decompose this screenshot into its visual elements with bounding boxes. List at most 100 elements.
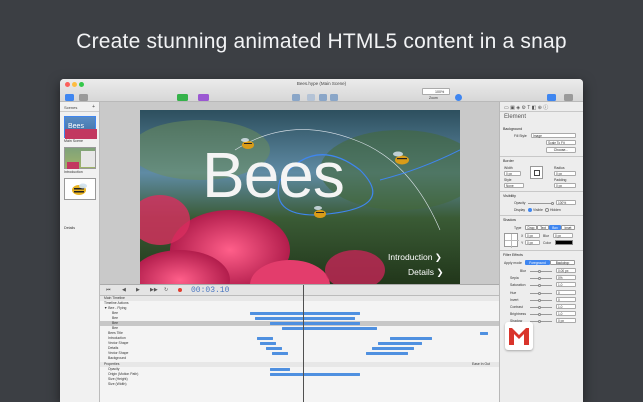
window-title: Bees.hype (Main Scene) xyxy=(296,81,347,86)
filter-value-field[interactable]: 1.0 xyxy=(556,304,576,309)
step-back-icon[interactable]: ◀ xyxy=(122,287,126,293)
animation-bar[interactable] xyxy=(257,337,273,340)
timeline-row[interactable]: Background xyxy=(100,356,499,361)
scale-select[interactable]: Scale To Fit xyxy=(546,140,576,145)
foreground-option[interactable]: Foreground xyxy=(525,260,550,265)
timeline-playhead[interactable] xyxy=(303,285,304,402)
shadow-position-pad[interactable] xyxy=(504,233,519,248)
scene-label-details: Details xyxy=(64,226,75,230)
zoom-field[interactable]: 100% xyxy=(422,88,450,95)
animation-bar[interactable] xyxy=(480,332,488,335)
filter-value-field[interactable]: 0.00 px xyxy=(556,268,576,273)
filter-slider-knob[interactable] xyxy=(538,320,541,324)
animation-bar[interactable] xyxy=(270,322,360,325)
play-icon[interactable]: ▶ xyxy=(136,287,140,293)
animation-bar[interactable] xyxy=(272,352,288,355)
choose-image-button[interactable]: Choose... xyxy=(546,147,576,153)
filter-value-field[interactable]: 0 xyxy=(556,289,576,295)
animation-bar[interactable] xyxy=(260,342,276,345)
inspector-divider xyxy=(500,156,583,157)
property-animation-bar[interactable] xyxy=(270,368,290,371)
animation-bar[interactable] xyxy=(250,312,360,315)
border-sides-control[interactable] xyxy=(530,166,543,179)
property-row[interactable]: Size (Width) xyxy=(100,382,499,387)
filter-slider-knob[interactable] xyxy=(538,277,541,281)
shadow-inset-option[interactable]: Inset xyxy=(561,225,575,230)
timeline-controls: ⏮ ◀ ▶ ▶▶ ↻ 00:03.10 xyxy=(100,285,499,296)
shadow-box-option[interactable]: Box xyxy=(549,225,561,230)
opacity-field[interactable]: 100% xyxy=(556,200,576,205)
shadow-type-label: Type xyxy=(514,226,522,230)
apply-mode-label: Apply mode xyxy=(504,261,522,265)
shadow-color-well[interactable] xyxy=(555,240,573,245)
border-width-field[interactable]: 0 px xyxy=(504,171,521,176)
library-icon xyxy=(563,94,573,101)
filter-slider-knob[interactable] xyxy=(538,284,541,288)
opacity-slider[interactable] xyxy=(528,202,554,205)
bees-title-text[interactable]: Bees xyxy=(202,138,345,212)
group-icon xyxy=(291,94,300,101)
filter-value-field[interactable]: 0% xyxy=(556,275,576,281)
filter-slider-knob[interactable] xyxy=(538,291,541,295)
inspector-tabs[interactable]: ▭ ▣ ◈ ⚙ T ◧ ⊕ ⓘ xyxy=(504,104,548,111)
animation-bar[interactable] xyxy=(378,342,422,345)
animation-bar[interactable] xyxy=(255,317,355,320)
app-window: Bees.hype (Main Scene) Scenes Layouts El… xyxy=(60,79,583,402)
filter-slider-knob[interactable] xyxy=(538,298,541,302)
filter-value-field[interactable]: 1.0 xyxy=(556,311,576,317)
zoom-label: Zoom xyxy=(429,96,438,100)
hidden-radio[interactable] xyxy=(545,208,549,212)
shadow-y-field[interactable]: 0 px xyxy=(525,240,540,245)
filter-value-field[interactable]: 1.0 xyxy=(556,282,576,288)
filter-slider[interactable] xyxy=(530,320,552,324)
filter-slider[interactable] xyxy=(530,277,552,281)
filter-slider[interactable] xyxy=(530,291,552,295)
shadow-x-field[interactable]: 0 px xyxy=(525,233,540,238)
scenes-icon xyxy=(65,94,75,101)
loop-icon[interactable]: ↻ xyxy=(164,287,168,293)
radius-label: Radius xyxy=(554,166,565,170)
filter-slider[interactable] xyxy=(530,284,552,288)
fill-style-select[interactable]: Image xyxy=(531,133,576,138)
filter-slider[interactable] xyxy=(530,306,552,309)
inspector-icon xyxy=(547,94,557,101)
padding-field[interactable]: 0 px xyxy=(554,183,576,188)
add-scene-icon[interactable]: + xyxy=(92,104,95,110)
shadow-text-option[interactable]: Text xyxy=(537,225,549,230)
filter-slider[interactable] xyxy=(530,313,552,317)
filter-value-field[interactable]: 0 px xyxy=(556,318,576,324)
animation-bar[interactable] xyxy=(390,337,432,340)
scene-thumb-intro[interactable] xyxy=(64,147,96,169)
scene-stage[interactable]: Bees xyxy=(140,110,460,290)
filter-value-field[interactable]: 0 xyxy=(556,296,576,302)
visible-radio[interactable] xyxy=(528,208,532,212)
border-style-select[interactable]: None xyxy=(504,183,524,188)
scene-label-intro: Introduction xyxy=(64,170,83,174)
record-icon[interactable] xyxy=(178,288,182,292)
filter-slider-knob[interactable] xyxy=(538,270,541,273)
filter-slider-knob[interactable] xyxy=(538,306,541,309)
scene-thumb-details[interactable] xyxy=(64,178,96,200)
go-start-icon[interactable]: ⏮ xyxy=(106,287,111,293)
filter-slider-knob[interactable] xyxy=(538,313,541,317)
animation-bar[interactable] xyxy=(282,327,377,330)
filter-effects-header: Filter Effects xyxy=(503,253,523,257)
radius-field[interactable]: 0 px xyxy=(554,171,576,176)
shadow-drop-option[interactable]: Drop xyxy=(525,225,537,230)
mail-app-badge xyxy=(505,322,533,350)
scenes-panel: Scenes + Bees Main Scene Introduction De… xyxy=(60,102,100,402)
timeline-time: 00:03.10 xyxy=(191,286,230,295)
animation-bar[interactable] xyxy=(366,352,408,355)
filter-label: Hue xyxy=(510,290,517,295)
timeline-panel: ⏮ ◀ ▶ ▶▶ ↻ 00:03.10 Main Timeline Timeli… xyxy=(100,284,499,402)
opacity-slider-knob[interactable] xyxy=(551,202,554,205)
shadow-blur-field[interactable]: 0 px xyxy=(553,233,573,238)
property-animation-bar[interactable] xyxy=(270,373,360,376)
filter-slider[interactable] xyxy=(530,270,552,273)
filter-slider[interactable] xyxy=(530,298,552,302)
scene-thumb-main[interactable]: Bees xyxy=(64,116,97,139)
animation-bar[interactable] xyxy=(372,347,414,350)
animation-bar[interactable] xyxy=(266,347,282,350)
step-forward-icon[interactable]: ▶▶ xyxy=(150,287,158,293)
backdrop-option[interactable]: Backdrop xyxy=(550,260,575,265)
